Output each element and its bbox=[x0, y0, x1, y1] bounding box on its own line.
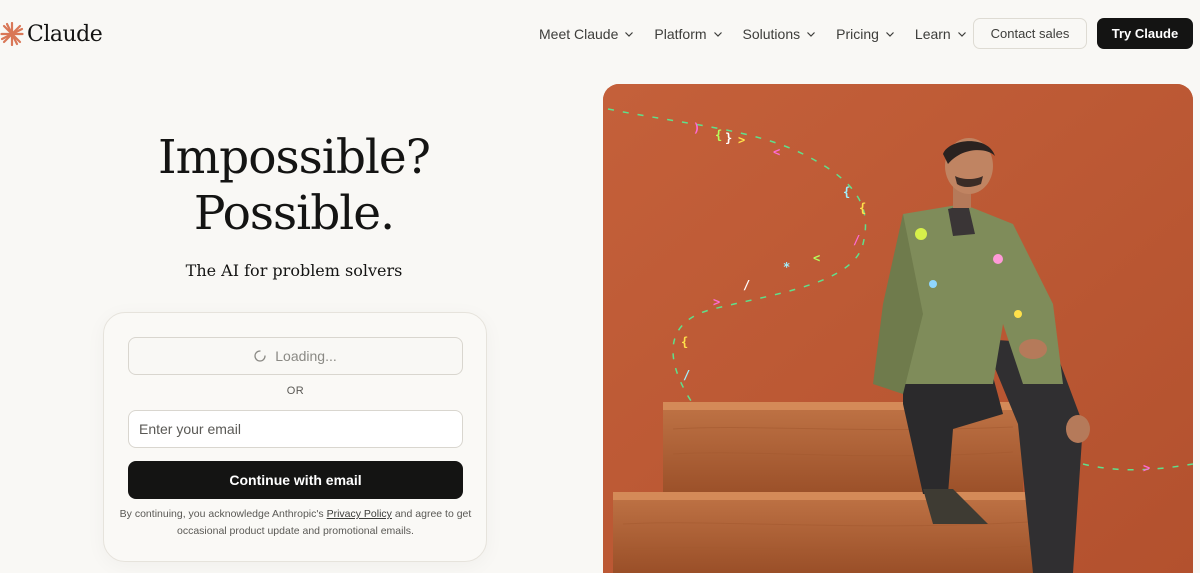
hero-subtitle: The AI for problem solvers bbox=[185, 261, 403, 280]
nav-learn[interactable]: Learn bbox=[915, 26, 967, 42]
nav-meet-claude[interactable]: Meet Claude bbox=[539, 26, 634, 42]
try-claude-button[interactable]: Try Claude bbox=[1097, 18, 1193, 49]
main-nav: Meet Claude Platform Solutions Pricing L… bbox=[539, 22, 967, 46]
hero-image: ) { } > < { { / < * / > { / > bbox=[603, 84, 1193, 573]
logo-text: Claude bbox=[27, 21, 103, 47]
disclaimer-before: By continuing, you acknowledge Anthropic… bbox=[119, 508, 327, 520]
svg-text:<: < bbox=[813, 251, 820, 265]
nav-solutions[interactable]: Solutions bbox=[743, 26, 817, 42]
email-field[interactable] bbox=[128, 410, 463, 448]
svg-text:*: * bbox=[783, 260, 790, 274]
hero-title-line2: Possible. bbox=[193, 186, 395, 241]
chevron-down-icon bbox=[713, 32, 722, 37]
svg-text:{: { bbox=[843, 185, 850, 199]
spinner-icon bbox=[254, 350, 266, 362]
privacy-policy-link[interactable]: Privacy Policy bbox=[327, 508, 392, 520]
svg-text:/: / bbox=[743, 278, 750, 292]
chevron-down-icon bbox=[625, 32, 634, 37]
contact-sales-button[interactable]: Contact sales bbox=[973, 18, 1087, 49]
loading-label: Loading... bbox=[275, 348, 337, 364]
disclaimer-text: By continuing, you acknowledge Anthropic… bbox=[118, 506, 473, 540]
svg-text:{: { bbox=[681, 335, 688, 349]
nav-label: Solutions bbox=[742, 26, 801, 42]
svg-text:/: / bbox=[853, 233, 860, 247]
svg-text:}: } bbox=[725, 131, 732, 145]
hero-title-line1: Impossible? bbox=[158, 130, 431, 185]
chevron-down-icon bbox=[957, 32, 966, 37]
svg-text:<: < bbox=[773, 145, 780, 159]
login-card: Loading... OR Continue with email By con… bbox=[103, 312, 487, 562]
nav-label: Learn bbox=[914, 26, 951, 42]
svg-text:{: { bbox=[859, 201, 866, 215]
chevron-down-icon bbox=[885, 32, 894, 37]
wooden-steps bbox=[613, 402, 1033, 573]
svg-text:{: { bbox=[715, 128, 722, 142]
chevron-down-icon bbox=[807, 32, 816, 37]
site-header: Claude Meet Claude Platform Solutions Pr… bbox=[0, 0, 1200, 68]
nav-pricing[interactable]: Pricing bbox=[836, 26, 895, 42]
loading-button[interactable]: Loading... bbox=[128, 337, 463, 375]
hero-title: Impossible? Possible. bbox=[94, 130, 494, 242]
nav-label: Pricing bbox=[836, 26, 879, 42]
svg-text:>: > bbox=[713, 295, 720, 309]
claude-spark-icon bbox=[0, 22, 24, 46]
svg-text:>: > bbox=[1143, 461, 1150, 475]
hero-illustration: ) { } > < { { / < * / > { / > bbox=[603, 84, 1193, 573]
logo[interactable]: Claude bbox=[0, 18, 103, 50]
nav-label: Platform bbox=[654, 26, 707, 42]
nav-label: Meet Claude bbox=[539, 26, 619, 42]
or-divider: OR bbox=[286, 385, 305, 397]
nav-platform[interactable]: Platform bbox=[654, 26, 722, 42]
svg-text:/: / bbox=[683, 368, 690, 382]
svg-text:): ) bbox=[693, 121, 700, 135]
continue-with-email-button[interactable]: Continue with email bbox=[128, 461, 463, 499]
svg-text:>: > bbox=[738, 133, 745, 147]
